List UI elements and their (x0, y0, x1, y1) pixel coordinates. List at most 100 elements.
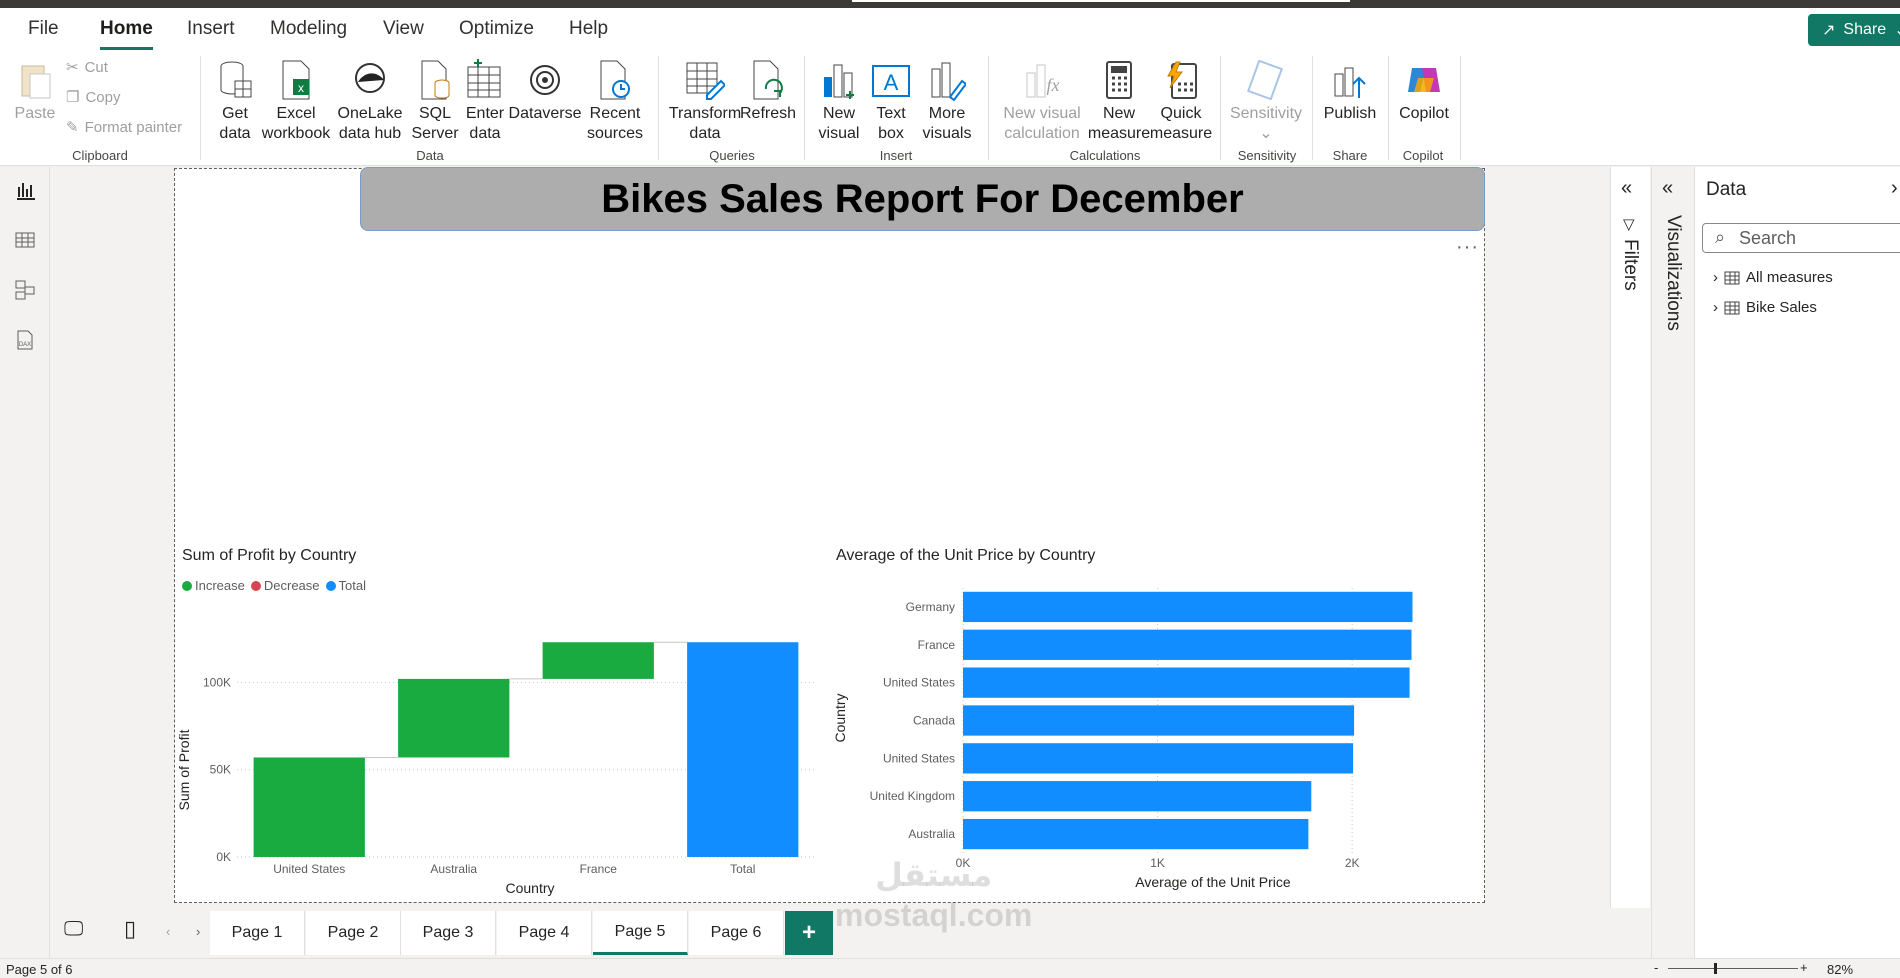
menu-file[interactable]: File (28, 18, 59, 40)
zoom-in-button[interactable]: + (1800, 960, 1808, 975)
tab-page-5[interactable]: Page 5 (593, 911, 688, 955)
svg-text:x: x (298, 81, 304, 95)
sensitivity-group-label: Sensitivity (1237, 148, 1297, 163)
dax-query-view-icon[interactable]: DAX (12, 327, 38, 353)
tab-page-3[interactable]: Page 3 (401, 911, 496, 955)
get-data-button[interactable]: Get data (212, 58, 258, 144)
y-tick-label: Canada (913, 714, 955, 728)
copy-icon: ❐ (66, 89, 80, 106)
chevron-down-icon: ⌄ (1259, 125, 1273, 142)
copy-button[interactable]: ❐ Copy (66, 88, 120, 107)
publish-button[interactable]: Publish (1320, 58, 1380, 124)
unit-price-bar (963, 818, 1309, 850)
menu-home[interactable]: Home (100, 18, 153, 50)
y-tick-label: 100K (203, 675, 231, 689)
visual-calculation-icon: fx (1022, 58, 1062, 102)
text-box-button[interactable]: A Text box (866, 58, 916, 144)
y-tick-label: United States (883, 751, 955, 765)
report-title[interactable]: Bikes Sales Report For December (360, 167, 1485, 231)
clock-file-icon (595, 58, 635, 102)
cut-button[interactable]: ✂ Cut (66, 58, 108, 77)
watermark: مستقل mostaql.com (835, 857, 1033, 933)
legend-decrease[interactable]: Decrease (250, 578, 320, 593)
tab-page-1[interactable]: Page 1 (210, 911, 305, 955)
excel-workbook-button[interactable]: x Excel workbook (262, 58, 330, 144)
zoom-out-button[interactable]: - (1654, 960, 1658, 975)
scroll-right-icon[interactable]: › (196, 924, 200, 939)
zoom-level: 82% (1827, 962, 1854, 977)
add-page-button[interactable]: + (785, 911, 833, 955)
new-measure-button[interactable]: New measure (1088, 58, 1150, 144)
sql-server-button[interactable]: SQL Server (411, 58, 459, 144)
menu-help[interactable]: Help (569, 18, 608, 40)
waterfall-chart[interactable]: 0K 50K 100K United States Australia France Tot… (175, 610, 825, 908)
scroll-left-icon[interactable]: ‹ (166, 924, 170, 939)
dataverse-icon (525, 58, 565, 102)
x-axis-title: Country (505, 880, 554, 896)
new-visual-calculation-button[interactable]: fx New visual calculation (996, 58, 1088, 144)
ribbon: Paste ✂ Cut ❐ Copy ✎ Format painter Clipboa… (0, 52, 1900, 166)
share-icon: ↗ (1822, 22, 1836, 39)
quick-measure-button[interactable]: Quick measure (1150, 58, 1212, 144)
onelake-data-hub-button[interactable]: OneLake data hub (332, 58, 408, 144)
scissors-icon: ✂ (66, 59, 79, 76)
legend-increase[interactable]: Increase (182, 578, 245, 593)
tab-page-6[interactable]: Page 6 (689, 911, 784, 955)
mobile-layout-icon[interactable]: ▯ (124, 916, 136, 942)
sensitivity-button[interactable]: Sensitivity ⌄ (1228, 58, 1304, 144)
queries-group-label: Queries (709, 148, 755, 163)
waterfall-title: Sum of Profit by Country (182, 547, 357, 564)
collapse-visualizations-icon[interactable]: « (1662, 177, 1673, 200)
table-icon (1724, 271, 1740, 284)
menu-modeling[interactable]: Modeling (270, 18, 347, 40)
refresh-button[interactable]: Refresh (740, 58, 796, 124)
tab-page-4[interactable]: Page 4 (497, 911, 592, 955)
more-visuals-button[interactable]: More visuals (918, 58, 976, 144)
table-plus-icon (465, 58, 505, 102)
tree-item-all-measures[interactable]: › All measures (1713, 269, 1833, 286)
transform-data-button[interactable]: Transform data (668, 58, 742, 144)
zoom-slider[interactable] (1668, 968, 1798, 969)
x-tick-label: 2K (1345, 856, 1360, 870)
menu-optimize[interactable]: Optimize (459, 18, 534, 40)
enter-data-button[interactable]: Enter data (462, 58, 508, 144)
waterfall-bar (542, 642, 654, 679)
title-search-slot[interactable] (852, 0, 1350, 2)
zoom-slider-thumb[interactable] (1714, 963, 1717, 974)
separator (804, 56, 805, 160)
filters-pane: « ▽ Filters (1610, 167, 1650, 908)
desktop-layout-icon[interactable]: 🖵 (64, 918, 83, 941)
data-search-input[interactable]: ⌕ Search (1702, 223, 1900, 253)
dataverse-button[interactable]: Dataverse (509, 58, 581, 124)
model-view-icon[interactable] (12, 277, 38, 303)
tree-item-bike-sales[interactable]: › Bike Sales (1713, 299, 1817, 316)
table-view-icon[interactable] (12, 227, 38, 253)
y-tick-label: 0K (216, 850, 231, 864)
visualizations-label[interactable]: Visualizations (1662, 215, 1684, 331)
text-box-icon: A (871, 58, 911, 102)
tab-page-2[interactable]: Page 2 (306, 911, 401, 955)
waterfall-legend: Increase Decrease Total (182, 578, 366, 593)
report-view-icon[interactable] (12, 177, 38, 203)
unit-price-bar (963, 591, 1413, 623)
menu-view[interactable]: View (383, 18, 424, 40)
collapse-filters-icon[interactable]: « (1621, 177, 1632, 200)
chevron-right-icon: › (1713, 269, 1718, 286)
filters-label[interactable]: Filters (1619, 239, 1641, 291)
svg-text:A: A (884, 70, 899, 95)
share-button[interactable]: ↗ Share ⌄ (1808, 14, 1900, 46)
paste-button[interactable]: Paste (12, 58, 58, 124)
unit-price-bar (963, 629, 1412, 660)
legend-total[interactable]: Total (325, 578, 366, 593)
separator (658, 56, 659, 160)
legend-dot (325, 581, 336, 591)
copilot-button[interactable]: Copilot (1396, 58, 1452, 124)
new-visual-button[interactable]: New visual (814, 58, 864, 144)
close-icon[interactable]: › (1891, 177, 1898, 200)
copilot-icon (1404, 58, 1444, 102)
recent-sources-button[interactable]: Recent sources (584, 58, 646, 144)
format-painter-button[interactable]: ✎ Format painter (66, 118, 182, 137)
more-options-icon[interactable]: ··· (1456, 236, 1479, 259)
unit-price-bar (963, 743, 1354, 774)
menu-insert[interactable]: Insert (187, 18, 235, 40)
